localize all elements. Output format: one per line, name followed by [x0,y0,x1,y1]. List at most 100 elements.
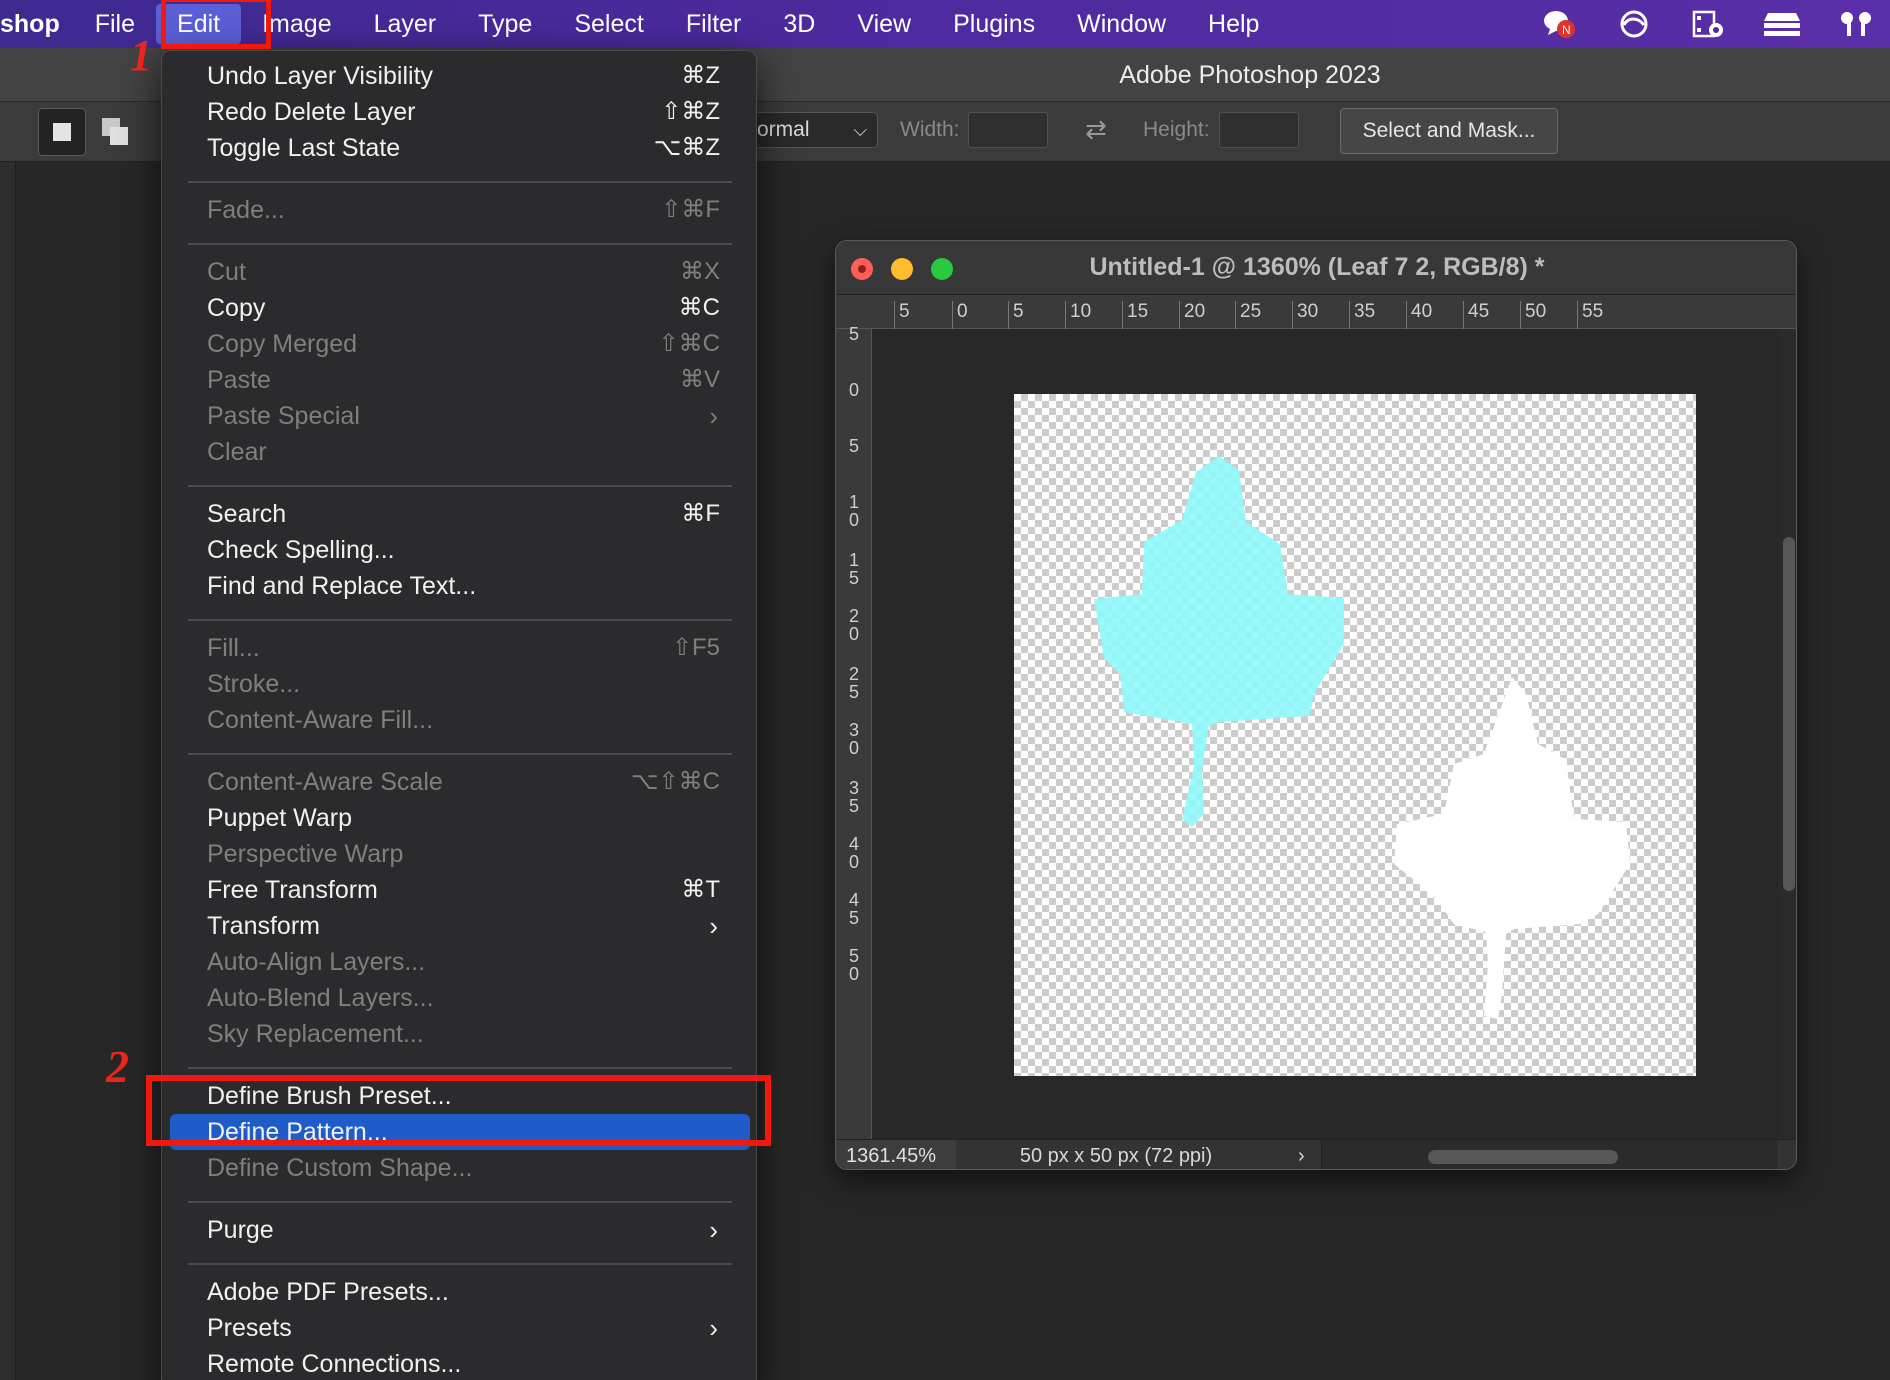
annotation-step-1: 1 [130,31,152,80]
menu-layer[interactable]: Layer [353,0,458,48]
menu-item-label: Auto-Blend Layers... [207,984,434,1012]
menu-item-label: Adobe PDF Presets... [207,1278,449,1306]
annotation-highlight-edit [161,0,271,49]
menu-item-label: Transform [207,912,320,940]
close-window-button[interactable] [851,258,873,280]
vertical-ruler[interactable]: 5 0 5 1 0 1 5 2 0 2 5 3 0 3 5 4 0 4 5 5 0 [836,325,872,1139]
canvas-area[interactable] [872,329,1778,1139]
width-field[interactable] [968,112,1048,148]
add-to-selection-mode-button[interactable] [94,108,142,156]
menu-item-auto-align-layers: Auto-Align Layers... [170,944,748,980]
menu-app-name[interactable]: shop [0,0,74,48]
menu-select[interactable]: Select [553,0,664,48]
ruler-top-tick: 20 [1179,301,1205,329]
menu-item-copy[interactable]: Copy ⌘C [170,290,748,326]
ruler-top-tick: 25 [1235,301,1261,329]
style-select[interactable]: ormal ⌵ [742,112,878,148]
menu-separator [188,619,732,621]
ruler-left-tick: 3 5 [848,778,859,816]
new-selection-mode-button[interactable] [38,108,86,156]
ruler-top-tick: 5 [1008,301,1024,329]
style-select-value: ormal [757,118,810,141]
canvas[interactable] [1014,394,1696,1076]
menu-item-label: Remote Connections... [207,1350,462,1378]
menu-separator [188,1201,732,1203]
ruler-left-tick: 5 [848,324,859,344]
menu-item-label: Define Custom Shape... [207,1154,473,1182]
menu-item-label: Auto-Align Layers... [207,948,426,976]
menu-item-fill: Fill... ⇧F5 [170,630,748,666]
notification-badge-icon[interactable]: N [1538,9,1582,39]
menu-item-label: Copy [207,294,266,322]
document-title-bar[interactable]: Untitled-1 @ 1360% (Leaf 7 2, RGB/8) * [836,241,1796,295]
maximize-window-button[interactable] [931,258,953,280]
menu-item-content-aware-fill: Content-Aware Fill... [170,702,748,738]
menu-item-undo-layer-visibility[interactable]: Undo Layer Visibility ⌘Z [170,58,748,94]
zoom-level-field[interactable]: 1361.45% [836,1140,956,1169]
menu-item-free-transform[interactable]: Free Transform ⌘T [170,872,748,908]
menu-separator [188,1263,732,1265]
menu-item-shortcut: ⇧⌘F [661,196,720,223]
height-field[interactable] [1219,112,1299,148]
menu-plugins[interactable]: Plugins [932,0,1056,48]
ruler-top-tick: 45 [1463,301,1489,329]
menu-item-remote-connections[interactable]: Remote Connections... [170,1346,748,1380]
menu-item-shortcut: ⇧F5 [671,634,720,661]
chevron-right-icon: › [709,401,718,431]
menu-item-check-spelling[interactable]: Check Spelling... [170,532,748,568]
ruler-top-tick: 10 [1065,301,1091,329]
menu-item-find-and-replace-text[interactable]: Find and Replace Text... [170,568,748,604]
menu-separator [188,243,732,245]
menu-item-redo-delete-layer[interactable]: Redo Delete Layer ⇧⌘Z [170,94,748,130]
menu-item-paste-special: Paste Special › [170,398,748,434]
vertical-scrollbar-thumb[interactable] [1783,537,1795,891]
menu-item-label: Perspective Warp [207,840,404,868]
menu-filter[interactable]: Filter [665,0,763,48]
horizontal-scrollbar[interactable] [1321,1140,1778,1169]
chevron-down-icon: ⌵ [853,120,867,140]
menu-item-label: Puppet Warp [207,804,352,832]
menu-item-search[interactable]: Search ⌘F [170,496,748,532]
menu-item-label: Fill... [207,634,260,662]
creative-cloud-icon[interactable] [1612,9,1656,39]
ruler-top-tick: 35 [1349,301,1375,329]
document-window: Untitled-1 @ 1360% (Leaf 7 2, RGB/8) * 5… [835,240,1797,1170]
ruler-top-tick: 40 [1406,301,1432,329]
menu-3d[interactable]: 3D [762,0,836,48]
menu-item-purge[interactable]: Purge › [170,1212,748,1248]
menu-item-shortcut: ⌘X [679,258,720,285]
menu-item-puppet-warp[interactable]: Puppet Warp [170,800,748,836]
menu-type[interactable]: Type [457,0,553,48]
menu-item-label: Paste Special [207,402,360,430]
display-stack-icon[interactable] [1760,9,1804,39]
film-record-icon[interactable] [1686,9,1730,39]
menu-item-paste: Paste ⌘V [170,362,748,398]
chevron-right-icon: › [709,911,718,941]
left-toolbar-strip [0,162,16,1380]
airpods-icon[interactable] [1834,9,1878,39]
menu-help[interactable]: Help [1187,0,1280,48]
swap-icon[interactable]: ⇄ [1078,114,1114,146]
menu-window[interactable]: Window [1056,0,1187,48]
menu-item-shortcut: ⌥⌘Z [653,134,720,161]
menu-item-define-custom-shape: Define Custom Shape... [170,1150,748,1186]
menu-item-adobe-pdf-presets[interactable]: Adobe PDF Presets... [170,1274,748,1310]
menu-item-label: Presets [207,1314,292,1342]
menu-view[interactable]: View [836,0,932,48]
horizontal-scrollbar-thumb[interactable] [1428,1150,1618,1164]
menu-separator [188,485,732,487]
menu-item-label: Purge [207,1216,274,1244]
select-and-mask-button[interactable]: Select and Mask... [1340,108,1558,154]
vertical-scrollbar[interactable] [1778,329,1796,1139]
horizontal-ruler[interactable]: 5 0 5 10 15 20 25 30 35 40 45 50 55 [836,295,1796,329]
document-status-bar: 1361.45% 50 px x 50 px (72 ppi) › [836,1139,1796,1169]
ruler-top-tick: 5 [894,301,910,329]
menu-item-toggle-last-state[interactable]: Toggle Last State ⌥⌘Z [170,130,748,166]
menu-item-presets[interactable]: Presets › [170,1310,748,1346]
leaf-artwork [1094,456,1630,1019]
ruler-left-tick: 2 0 [848,606,859,644]
chevron-right-icon: › [709,1313,718,1343]
minimize-window-button[interactable] [891,258,913,280]
menu-item-transform[interactable]: Transform › [170,908,748,944]
chevron-right-icon[interactable]: › [1298,1140,1318,1169]
